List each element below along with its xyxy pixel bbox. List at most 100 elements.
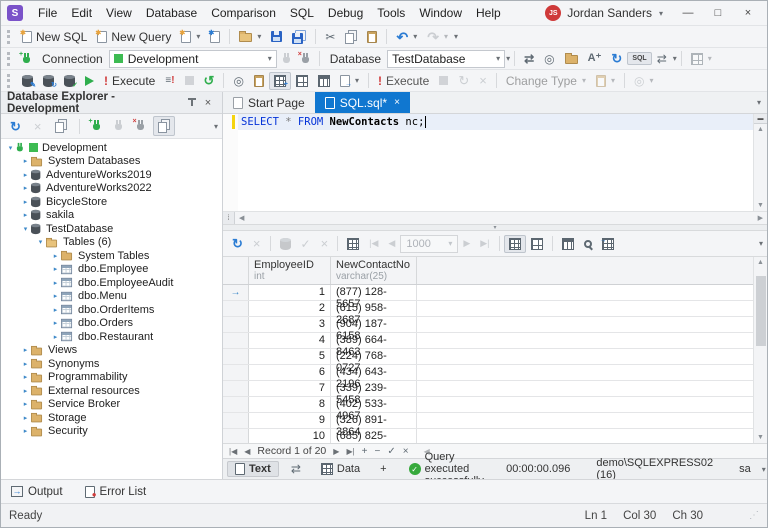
explorer-view-options-button[interactable]	[152, 116, 175, 136]
cell-employeeid[interactable]: 8	[249, 397, 331, 412]
table-row[interactable]: → 1 (877) 128-5657	[223, 285, 753, 310]
tree-node-bicyclestore[interactable]: ▸ BicycleStore	[1, 195, 222, 209]
table-row[interactable]: 8 (402) 533-4967	[223, 397, 753, 422]
save-all-button[interactable]	[287, 27, 311, 47]
apply-changes-button[interactable]: ✓	[296, 235, 316, 253]
tree-node-synonyms[interactable]: ▸ Synonyms	[1, 357, 222, 371]
menu-tools[interactable]: Tools	[370, 3, 412, 23]
cell-employeeid[interactable]: 7	[249, 381, 331, 396]
scrollbar-thumb[interactable]	[755, 276, 766, 346]
menu-edit[interactable]: Edit	[64, 3, 99, 23]
column-header-newcontactno[interactable]: NewContactNo varchar(25)	[331, 257, 417, 284]
close-results-button[interactable]: ×	[474, 71, 492, 90]
record-edit-cancel-button[interactable]: ×	[403, 446, 409, 457]
database-select[interactable]: TestDatabase ▾	[387, 49, 506, 68]
tree-node-service-broker[interactable]: ▸ Service Broker	[1, 398, 222, 412]
menu-help[interactable]: Help	[469, 3, 508, 23]
chevron-right-icon[interactable]: ▸	[50, 292, 61, 300]
tab-data-view[interactable]: Data	[313, 461, 368, 477]
login-dropdown-icon[interactable]: ▾	[762, 465, 766, 474]
menu-sql[interactable]: SQL	[283, 3, 321, 23]
pin-button[interactable]	[184, 97, 200, 108]
page-size-select[interactable]: 1000 ▾	[400, 234, 459, 253]
explorer-delete-button[interactable]: ×	[29, 117, 47, 136]
output-panel-tab[interactable]: → Output	[11, 486, 63, 498]
tab-sql-sql[interactable]: SQL.sql* ×	[314, 92, 410, 113]
tab-text-view[interactable]: Text	[227, 461, 279, 477]
editor-horizontal-scrollbar[interactable]: ⁞ ◀ ▶	[223, 211, 767, 224]
scroll-right-icon[interactable]: ▶	[754, 214, 767, 222]
tree-node-dbo-orders[interactable]: ▸ dbo.Orders	[1, 317, 222, 331]
table-row[interactable]: 9 (326) 891-3864	[223, 413, 753, 438]
grid-vertical-scrollbar[interactable]: ▲ ▼	[753, 257, 767, 443]
add-view-button[interactable]: +	[372, 461, 394, 477]
commit-button[interactable]: ✓	[59, 72, 80, 90]
window-layout-button[interactable]: ▾	[591, 72, 620, 90]
cell-newcontactno[interactable]: (434) 643-2196	[331, 365, 417, 390]
scroll-down-icon[interactable]: ▼	[757, 432, 764, 443]
card-view-button[interactable]	[526, 235, 548, 253]
scroll-up-icon[interactable]: ▲	[757, 124, 764, 135]
record-delete-button[interactable]: −	[375, 446, 381, 457]
chevron-right-icon[interactable]: ▸	[20, 211, 31, 219]
chart-button[interactable]	[313, 72, 335, 90]
row-selector[interactable]	[223, 397, 249, 412]
row-selector[interactable]	[223, 413, 249, 428]
cell-employeeid[interactable]: 9	[249, 413, 331, 428]
stop-button[interactable]	[180, 73, 199, 88]
explorer-overflow-icon[interactable]: ▾	[214, 122, 218, 131]
swap-views-button[interactable]: ⇄	[283, 461, 309, 477]
explorer-close-button[interactable]: ×	[200, 97, 216, 109]
remove-connection-button[interactable]: ×	[296, 50, 315, 68]
tree-node-adventureworks2019[interactable]: ▸ AdventureWorks2019	[1, 168, 222, 182]
row-selector[interactable]	[223, 317, 249, 332]
row-selector[interactable]	[223, 429, 249, 443]
chevron-right-icon[interactable]: ▸	[20, 373, 31, 381]
record-prev-button[interactable]: ◀	[244, 447, 250, 456]
chevron-down-icon[interactable]: ▾	[20, 225, 31, 233]
editor-body[interactable]: SELECT * FROM NewContacts nc;	[238, 114, 753, 211]
chevron-right-icon[interactable]: ▸	[50, 252, 61, 260]
chevron-right-icon[interactable]: ▸	[50, 306, 61, 314]
cell-employeeid[interactable]: 5	[249, 349, 331, 364]
open-file-button[interactable]: ▾	[234, 28, 266, 45]
chevron-right-icon[interactable]: ▸	[20, 346, 31, 354]
redo-button[interactable]: ↷ ▾	[422, 27, 453, 47]
tree-node-programmability[interactable]: ▸ Programmability	[1, 371, 222, 385]
scroll-up-icon[interactable]: ▲	[757, 257, 764, 268]
toolbar-drag-handle[interactable]	[7, 73, 12, 88]
resize-grip[interactable]: ⋰	[749, 510, 759, 521]
refresh-data-button[interactable]: ↻	[38, 72, 59, 90]
chevron-right-icon[interactable]: ▸	[20, 414, 31, 422]
cell-employeeid[interactable]: 3	[249, 317, 331, 332]
execute-script-button[interactable]: ≡!	[160, 73, 179, 89]
tab-close-icon[interactable]: ×	[394, 97, 400, 108]
editor-vertical-scrollbar[interactable]: ▬ ▲ ▼	[753, 114, 767, 211]
cell-newcontactno[interactable]: (224) 768-0727	[331, 349, 417, 374]
explorer-duplicate-button[interactable]	[50, 116, 72, 136]
editor-split-handle[interactable]: ▬	[754, 114, 767, 124]
menu-database[interactable]: Database	[139, 3, 204, 23]
tree-node-storage[interactable]: ▸ Storage	[1, 411, 222, 425]
results-overflow-icon[interactable]: ▾	[759, 239, 763, 248]
toolbar-overflow-icon[interactable]: ▾	[673, 54, 677, 63]
row-selector[interactable]: →	[223, 285, 249, 300]
menu-file[interactable]: File	[31, 3, 64, 23]
chevron-right-icon[interactable]: ▸	[20, 360, 31, 368]
cell-employeeid[interactable]: 2	[249, 301, 331, 316]
tree-node-dbo-orderitems[interactable]: ▸ dbo.OrderItems	[1, 303, 222, 317]
cell-employeeid[interactable]: 10	[249, 429, 331, 443]
tree-node-system-databases[interactable]: ▸ System Databases	[1, 155, 222, 169]
execute-button[interactable]: ! Execute	[99, 71, 160, 91]
explorer-new-connection-button[interactable]: +	[87, 117, 106, 135]
change-type-button[interactable]: Change Type ▾	[501, 71, 591, 91]
chevron-down-icon[interactable]: ▾	[5, 144, 16, 152]
new-sql-button[interactable]: ✱ New SQL	[17, 27, 92, 47]
menu-window[interactable]: Window	[412, 3, 469, 23]
table-row[interactable]: 5 (224) 768-0727	[223, 349, 753, 374]
find-in-results-button[interactable]	[579, 237, 597, 251]
commit-changes-button[interactable]	[275, 235, 296, 253]
cell-newcontactno[interactable]: (402) 533-4967	[331, 397, 417, 422]
record-first-button[interactable]: |◀	[229, 447, 237, 456]
close-button[interactable]: ×	[733, 3, 763, 23]
